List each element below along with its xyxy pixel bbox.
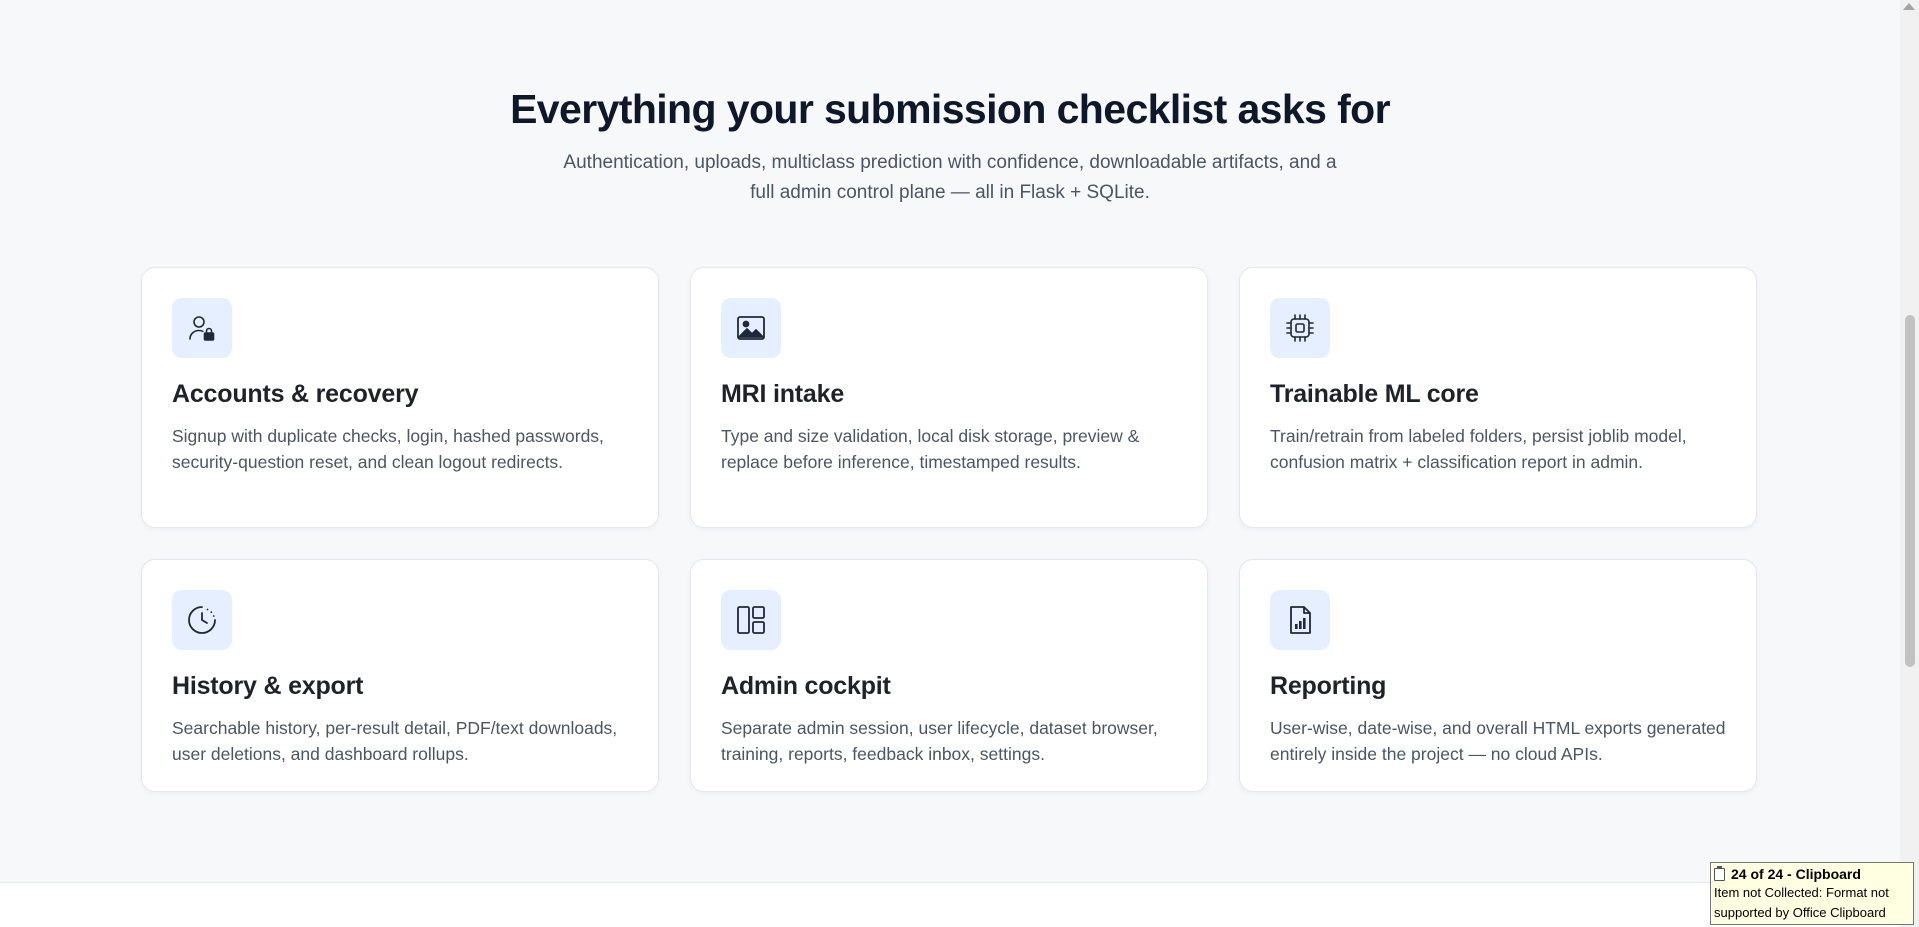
report-chart-icon	[1270, 590, 1330, 650]
scrollbar-thumb[interactable]	[1905, 315, 1915, 667]
user-lock-icon	[172, 298, 232, 358]
clipboard-notification[interactable]: 24 of 24 - Clipboard Item not Collected:…	[1710, 862, 1914, 925]
card-title: Trainable ML core	[1270, 380, 1479, 408]
clipboard-title: 24 of 24 - Clipboard	[1731, 866, 1861, 882]
scroll-up-arrow-icon[interactable]	[1903, 3, 1915, 10]
card-description: Type and size validation, local disk sto…	[721, 426, 1140, 472]
footer-area	[0, 882, 1900, 927]
card-title: Admin cockpit	[721, 672, 891, 700]
image-icon	[721, 298, 781, 358]
feature-card-mri-intake: MRI intake Type and size validation, loc…	[690, 267, 1208, 528]
dashboard-layout-icon	[721, 590, 781, 650]
feature-card-history: History & export Searchable history, per…	[141, 559, 659, 792]
card-title: History & export	[172, 672, 364, 700]
card-title: Accounts & recovery	[172, 380, 419, 408]
features-section: Everything your submission checklist ask…	[0, 0, 1900, 882]
clipboard-icon	[1714, 865, 1725, 881]
card-description: Searchable history, per-result detail, P…	[172, 718, 618, 764]
clipboard-header: 24 of 24 - Clipboard	[1714, 865, 1910, 883]
section-subtitle: Authentication, uploads, multiclass pred…	[563, 152, 1337, 203]
feature-grid: Accounts & recovery Signup with duplicat…	[141, 267, 1761, 792]
clock-history-icon	[172, 590, 232, 650]
card-description: User-wise, date-wise, and overall HTML e…	[1270, 718, 1726, 764]
feature-card-admin: Admin cockpit Separate admin session, us…	[690, 559, 1208, 792]
card-description: Separate admin session, user lifecycle, …	[721, 718, 1158, 764]
feature-card-reporting: Reporting User-wise, date-wise, and over…	[1239, 559, 1757, 792]
clipboard-message: Item not Collected: Format not supported…	[1714, 885, 1889, 920]
vertical-scrollbar[interactable]	[1900, 0, 1919, 927]
card-description: Train/retrain from labeled folders, pers…	[1270, 426, 1687, 472]
feature-card-ml-core: Trainable ML core Train/retrain from lab…	[1239, 267, 1757, 528]
cpu-chip-icon	[1270, 298, 1330, 358]
card-title: Reporting	[1270, 672, 1387, 700]
feature-card-accounts: Accounts & recovery Signup with duplicat…	[141, 267, 659, 528]
card-description: Signup with duplicate checks, login, has…	[172, 426, 604, 472]
card-title: MRI intake	[721, 380, 845, 408]
page: Everything your submission checklist ask…	[0, 0, 1919, 927]
section-title: Everything your submission checklist ask…	[510, 86, 1390, 132]
